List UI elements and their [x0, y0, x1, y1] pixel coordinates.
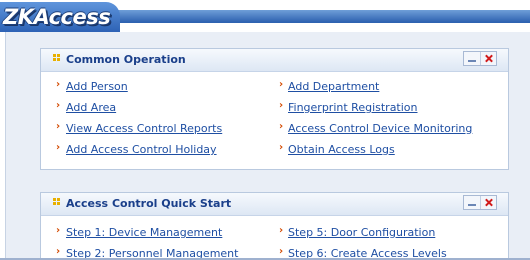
link-access-control-device-monitoring[interactable]: Access Control Device Monitoring: [288, 122, 472, 135]
logo-tab: ZKAccess: [0, 2, 120, 32]
close-icon[interactable]: [480, 52, 496, 65]
chevron-right-icon: ›: [56, 100, 61, 111]
chevron-right-icon: ›: [56, 246, 61, 257]
link-add-department[interactable]: Add Department: [288, 80, 379, 93]
chevron-right-icon: ›: [56, 142, 61, 153]
link-add-access-control-holiday[interactable]: Add Access Control Holiday: [66, 143, 217, 156]
panel-title: Access Control Quick Start: [66, 197, 232, 210]
grid-dots-icon: [53, 198, 61, 206]
panel-title: Common Operation: [66, 53, 186, 66]
link-step-1-device-management[interactable]: Step 1: Device Management: [66, 226, 222, 239]
link-view-access-control-reports[interactable]: View Access Control Reports: [66, 122, 222, 135]
chevron-right-icon: ›: [279, 246, 284, 257]
app-logo: ZKAccess: [3, 5, 111, 29]
chevron-right-icon: ›: [56, 225, 61, 236]
close-icon[interactable]: [480, 196, 496, 209]
chevron-right-icon: ›: [279, 100, 284, 111]
chevron-right-icon: ›: [279, 121, 284, 132]
common-operation-header: Common Operation: [41, 49, 508, 72]
minimize-icon[interactable]: [464, 52, 480, 65]
minimize-icon[interactable]: [464, 196, 480, 209]
common-operation-panel: Common Operation › Add Person › Add Area…: [40, 48, 509, 170]
main-content: Common Operation › Add Person › Add Area…: [5, 32, 530, 260]
chevron-right-icon: ›: [56, 79, 61, 90]
link-add-person[interactable]: Add Person: [66, 80, 128, 93]
grid-dots-icon: [53, 54, 61, 62]
link-add-area[interactable]: Add Area: [66, 101, 116, 114]
chevron-right-icon: ›: [56, 121, 61, 132]
chevron-right-icon: ›: [279, 79, 284, 90]
panel-window-controls: [463, 51, 497, 66]
quick-start-header: Access Control Quick Start: [41, 193, 508, 216]
link-obtain-access-logs[interactable]: Obtain Access Logs: [288, 143, 395, 156]
link-step-5-door-configuration[interactable]: Step 5: Door Configuration: [288, 226, 435, 239]
panel-window-controls: [463, 195, 497, 210]
chevron-right-icon: ›: [279, 142, 284, 153]
quick-start-panel: Access Control Quick Start › Step 1: Dev…: [40, 192, 509, 260]
link-fingerprint-registration[interactable]: Fingerprint Registration: [288, 101, 418, 114]
chevron-right-icon: ›: [279, 225, 284, 236]
